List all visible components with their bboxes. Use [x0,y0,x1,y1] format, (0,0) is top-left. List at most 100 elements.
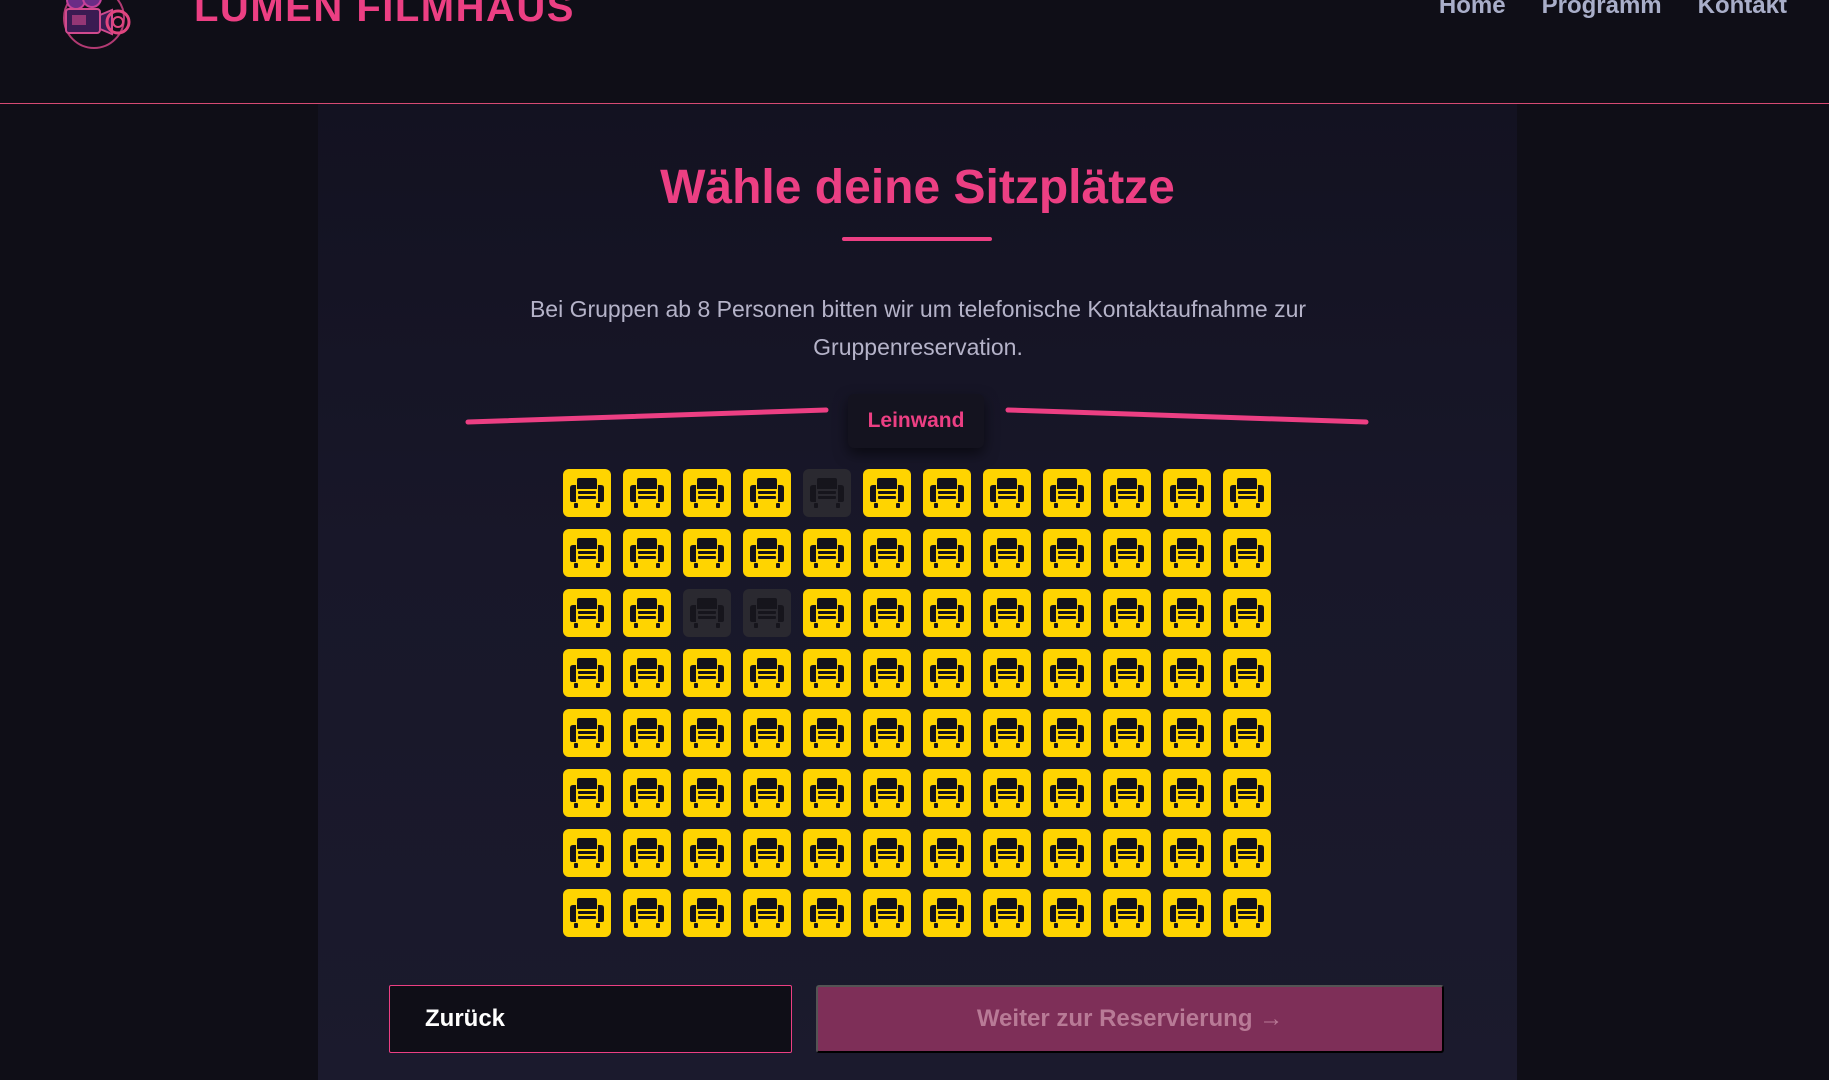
seat-available[interactable] [623,769,671,817]
seat-available[interactable] [743,769,791,817]
seat-available[interactable] [803,889,851,937]
seat-available[interactable] [863,589,911,637]
seat-available[interactable] [683,469,731,517]
seat-available[interactable] [1223,589,1271,637]
seat-available[interactable] [1103,529,1151,577]
seat-available[interactable] [743,649,791,697]
seat-available[interactable] [1103,589,1151,637]
seat-available[interactable] [1163,829,1211,877]
seat-available[interactable] [983,889,1031,937]
seat-available[interactable] [803,529,851,577]
seat-available[interactable] [1103,469,1151,517]
seat-available[interactable] [623,589,671,637]
seat-available[interactable] [1163,649,1211,697]
seat-available[interactable] [863,649,911,697]
seat-available[interactable] [803,649,851,697]
seat-available[interactable] [623,709,671,757]
seat-available[interactable] [683,649,731,697]
seat-available[interactable] [983,589,1031,637]
seat-available[interactable] [923,829,971,877]
seat-available[interactable] [863,529,911,577]
seat-available[interactable] [803,589,851,637]
seat-available[interactable] [863,829,911,877]
seat-available[interactable] [983,709,1031,757]
seat-available[interactable] [683,829,731,877]
seat-available[interactable] [1223,889,1271,937]
seat-available[interactable] [1163,469,1211,517]
seat-available[interactable] [683,889,731,937]
nav-kontakt[interactable]: Kontakt [1698,0,1787,20]
seat-available[interactable] [1163,769,1211,817]
seat-available[interactable] [923,889,971,937]
seat-available[interactable] [563,829,611,877]
seat-available[interactable] [563,529,611,577]
seat-available[interactable] [743,709,791,757]
seat-available[interactable] [623,649,671,697]
seat-available[interactable] [1103,649,1151,697]
seat-available[interactable] [563,709,611,757]
seat-available[interactable] [1223,649,1271,697]
seat-available[interactable] [1043,769,1091,817]
seat-available[interactable] [1043,469,1091,517]
seat-available[interactable] [1223,829,1271,877]
back-button[interactable]: Zurück [389,985,792,1053]
seat-available[interactable] [623,529,671,577]
seat-available[interactable] [1163,889,1211,937]
seat-available[interactable] [563,589,611,637]
nav-home[interactable]: Home [1439,0,1506,20]
seat-available[interactable] [1103,769,1151,817]
seat-available[interactable] [743,829,791,877]
seat-available[interactable] [803,709,851,757]
seat-available[interactable] [863,889,911,937]
seat-available[interactable] [623,889,671,937]
seat-available[interactable] [1043,649,1091,697]
seat-available[interactable] [1043,709,1091,757]
seat-available[interactable] [923,769,971,817]
seat-available[interactable] [683,529,731,577]
seat-available[interactable] [743,889,791,937]
seat-available[interactable] [743,529,791,577]
seat-available[interactable] [923,709,971,757]
seat-available[interactable] [923,529,971,577]
seat-available[interactable] [1043,589,1091,637]
seat-available[interactable] [623,469,671,517]
continue-reservation-button[interactable]: Weiter zur Reservierung → [816,985,1444,1053]
seat-available[interactable] [983,649,1031,697]
seat-available[interactable] [1223,709,1271,757]
seat-available[interactable] [983,469,1031,517]
seat-available[interactable] [983,529,1031,577]
seat-available[interactable] [683,769,731,817]
seat-available[interactable] [923,589,971,637]
seat-available[interactable] [563,649,611,697]
seat-available[interactable] [743,469,791,517]
seat-available[interactable] [983,769,1031,817]
seat-available[interactable] [1103,709,1151,757]
brand-name[interactable]: LUMEN FILMHAUS [194,0,575,31]
seat-available[interactable] [923,469,971,517]
seat-available[interactable] [1223,469,1271,517]
film-camera-icon[interactable] [52,0,136,50]
seat-available[interactable] [1223,529,1271,577]
seat-available[interactable] [923,649,971,697]
seat-available[interactable] [983,829,1031,877]
nav-programm[interactable]: Programm [1542,0,1662,20]
seat-available[interactable] [1043,529,1091,577]
seat-available[interactable] [563,889,611,937]
seat-available[interactable] [1163,709,1211,757]
seat-available[interactable] [1223,769,1271,817]
seat-available[interactable] [863,769,911,817]
seat-available[interactable] [563,769,611,817]
seat-available[interactable] [683,709,731,757]
seat-available[interactable] [803,829,851,877]
seat-available[interactable] [1103,889,1151,937]
seat-available[interactable] [863,709,911,757]
seat-available[interactable] [1043,889,1091,937]
seat-available[interactable] [863,469,911,517]
seat-available[interactable] [1043,829,1091,877]
seat-available[interactable] [563,469,611,517]
seat-available[interactable] [1163,589,1211,637]
seat-available[interactable] [1163,529,1211,577]
seat-available[interactable] [623,829,671,877]
seat-available[interactable] [803,769,851,817]
seat-available[interactable] [1103,829,1151,877]
